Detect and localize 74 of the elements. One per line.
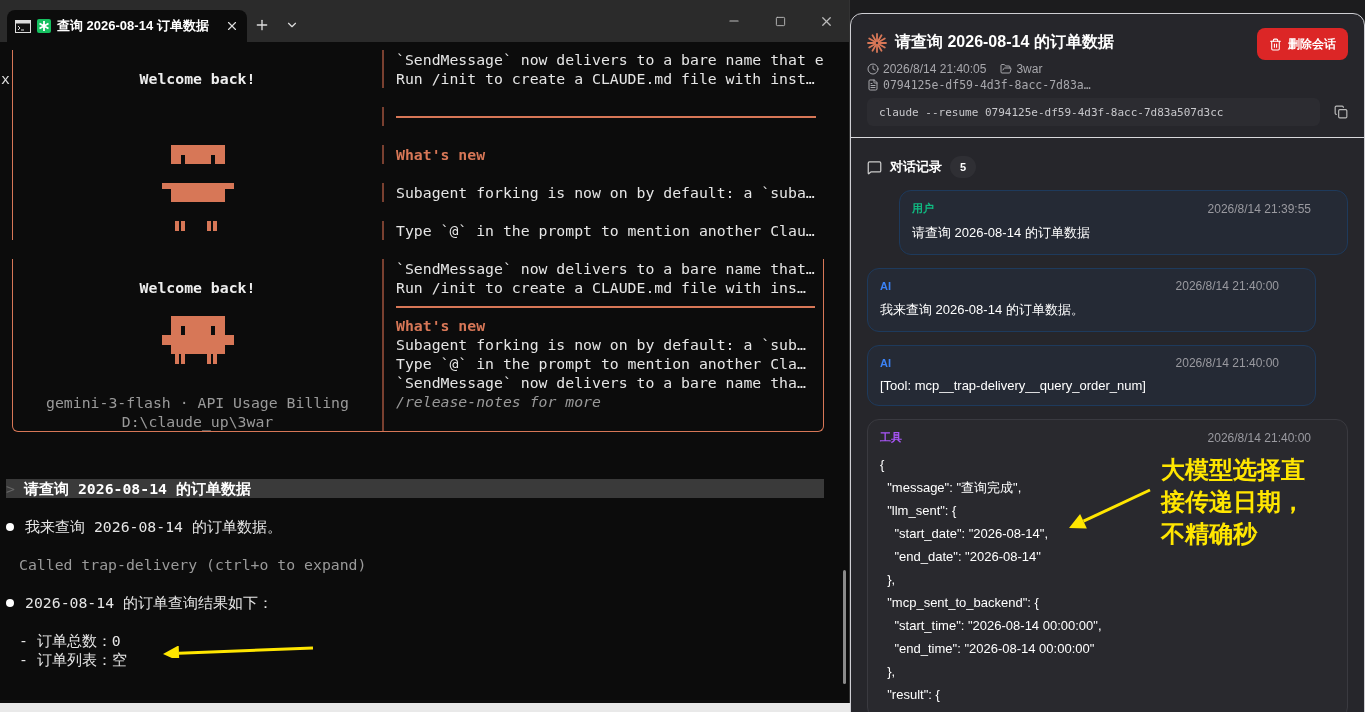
code-line: }, — [886, 571, 896, 589]
project-folder: 3war — [1016, 62, 1043, 76]
message-text: [Tool: mcp__trap-delivery__query_order_num] — [880, 378, 1147, 393]
code-line: "result": { — [886, 686, 940, 704]
session-id: 0794125e-df59-4d3f-8acc-7d83a… — [883, 78, 1091, 92]
release-note: Run /init to create a CLAUDE.md file with ins… — [395, 278, 807, 297]
message-time: 2026/8/14 21:39:55 — [1207, 201, 1311, 216]
starburst-icon — [867, 32, 887, 53]
release-note: Type `@` in the prompt to mention another Clau… — [382, 221, 824, 240]
output-line: 2026-08-14 的订单查询结果如下： — [25, 593, 273, 612]
bullet-icon — [6, 598, 14, 607]
message-text: 我来查询 2026-08-14 的订单数据。 — [880, 301, 1085, 319]
bullet-icon — [6, 522, 14, 531]
message-text: 请查询 2026-08-14 的订单数据 — [912, 224, 1091, 242]
message-role: AI — [880, 280, 891, 292]
resume-command: claude --resume 0794125e-df59-4d3f-8acc-7d83a507d3cc — [867, 98, 1320, 126]
copy-icon[interactable] — [1334, 105, 1348, 119]
plus-icon — [254, 17, 270, 33]
session-title: 请查询 2026-08-14 的订单数据 — [895, 32, 1114, 52]
model-info: gemini-3-flash · API Usage Billing — [46, 393, 349, 412]
message-time: 2026/8/14 21:40:00 — [1175, 279, 1279, 293]
section-title: 对话记录 — [890, 158, 942, 176]
welcome-text: Welcome back! — [139, 278, 256, 297]
code-line: "mcp_sent_to_backend": { — [886, 594, 1039, 612]
output-line: - 订单列表：空 — [19, 650, 127, 669]
code-line: "end_date": "2026-08-14" — [893, 548, 1041, 566]
message-role: 工具 — [880, 430, 902, 445]
release-note: Subagent forking is now on by default: a `suba… — [382, 183, 824, 202]
folder-icon — [1000, 63, 1013, 75]
prompt-text: 请查询 2026-08-14 的订单数据 — [24, 479, 251, 498]
welcome-text: Welcome back! — [139, 69, 256, 88]
code-line: "end_time": "2026-08-14 00:00:00" — [893, 640, 1095, 658]
working-directory: D:\claude_up\3war — [121, 412, 274, 431]
release-note: Type `@` in the prompt to mention another Cla… — [395, 354, 807, 373]
code-line: }, — [886, 663, 896, 681]
prompt-marker: > — [6, 479, 16, 498]
annotation-text: 大模型选择直 — [1161, 455, 1306, 486]
session-time: 2026/8/14 21:40:05 — [883, 62, 987, 76]
code-line: "llm_sent": { — [886, 502, 957, 520]
message-role: AI — [880, 357, 891, 369]
code-line: "message": "查询完成", — [886, 479, 1022, 497]
count-badge: 5 — [950, 156, 976, 178]
release-note: `SendMessage` now delivers to a bare name that e — [382, 50, 824, 69]
section-heading: What's new — [395, 316, 487, 335]
code-line: { — [880, 456, 885, 474]
message-time: 2026/8/14 21:40:00 — [1207, 430, 1311, 445]
delete-session-button[interactable]: 删除会话 — [1257, 28, 1348, 60]
code-line: "start_date": "2026-08-14", — [893, 525, 1049, 543]
code-line: "start_time": "2026-08-14 00:00:00", — [893, 617, 1102, 635]
output-line: - 订单总数：0 — [19, 631, 121, 650]
annotation-text: 不精确秒 — [1161, 519, 1259, 550]
message-role: 用户 — [912, 201, 934, 216]
release-note: /release-notes for more — [395, 392, 602, 411]
clock-icon — [867, 63, 879, 75]
release-note: `SendMessage` now delivers to a bare name tha… — [395, 373, 807, 392]
section-heading: What's new — [382, 145, 824, 164]
release-note: Subagent forking is now on by default: a `sub… — [395, 335, 807, 354]
tab-title: 查询 2026-08-14 订单数据 — [57, 17, 210, 35]
trash-icon — [1269, 37, 1282, 51]
terminal-icon — [15, 19, 31, 33]
terminal-tab[interactable]: 查询 2026-08-14 订单数据 — [7, 10, 247, 42]
chat-icon — [867, 159, 882, 175]
release-note: Run /init to create a CLAUDE.md file with inst… — [382, 69, 824, 88]
x-mark: x — [1, 69, 10, 88]
close-icon[interactable] — [225, 19, 239, 33]
output-line: Called trap-delivery (ctrl+o to expand) — [19, 555, 367, 574]
annotation-text: 接传递日期， — [1161, 487, 1306, 518]
message-time: 2026/8/14 21:40:00 — [1175, 356, 1279, 370]
file-icon — [867, 79, 879, 91]
output-line: 我来查询 2026-08-14 的订单数据。 — [25, 517, 282, 536]
scrollbar[interactable] — [843, 570, 846, 684]
maximize-icon — [774, 15, 786, 27]
release-note: `SendMessage` now delivers to a bare name that… — [395, 259, 816, 278]
asterisk-icon — [37, 19, 51, 33]
